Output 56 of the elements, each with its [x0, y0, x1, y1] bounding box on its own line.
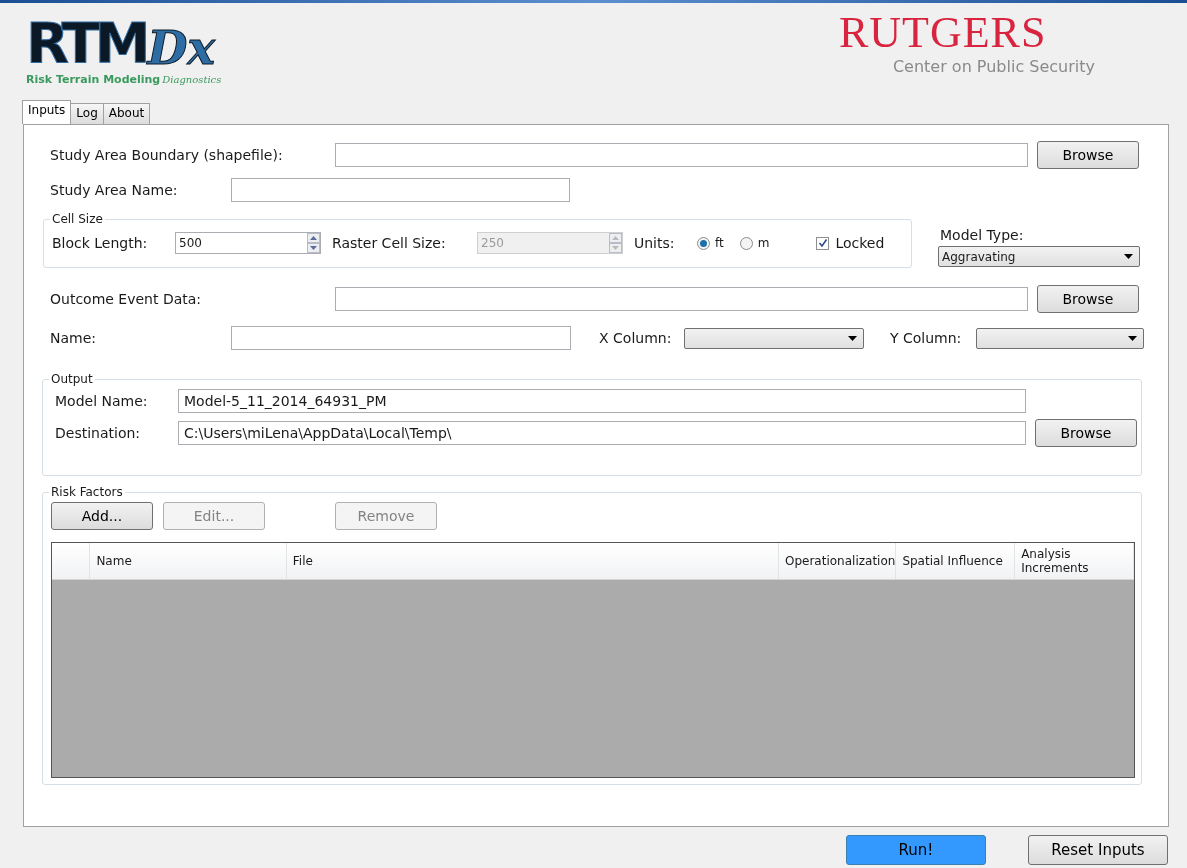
column-header[interactable]: Spatial Influence — [895, 543, 1015, 580]
model-type-dropdown[interactable]: Aggravating — [938, 246, 1140, 267]
name-field[interactable] — [231, 326, 571, 350]
event-data-field[interactable] — [335, 287, 1028, 311]
logo-tagline: Risk Terrain Modeling — [26, 73, 161, 86]
group-title: Output — [50, 372, 94, 386]
name-field[interactable] — [231, 178, 570, 202]
field-label: Name: — [50, 330, 98, 346]
radio-label: ft — [715, 236, 724, 250]
block-length-spinner[interactable]: 500 — [175, 232, 321, 254]
checkbox[interactable] — [816, 236, 830, 250]
radio-button[interactable] — [697, 236, 710, 250]
tab[interactable]: Log — [70, 103, 104, 124]
brand-subtitle: Center on Public Security — [892, 57, 1095, 77]
caret-icon — [1124, 254, 1133, 259]
browse-button[interactable]: Browse — [1037, 141, 1139, 169]
column-header[interactable]: Analysis Increments — [1014, 543, 1134, 580]
radio-label: m — [757, 236, 770, 250]
logo-tagline-accent: Diagnostics — [162, 74, 222, 85]
y-column-dropdown[interactable] — [976, 327, 1144, 349]
group-title: Risk Factors — [50, 485, 124, 499]
field-label: Outcome Event Data: — [50, 291, 203, 307]
x-column-dropdown[interactable] — [684, 327, 864, 349]
brand-name: RUTGERS — [838, 9, 1047, 58]
boundary-field[interactable] — [335, 143, 1028, 167]
column-header[interactable]: Name — [89, 543, 287, 580]
spinner-arrows-icon[interactable] — [307, 233, 320, 253]
reset-button[interactable]: Reset Inputs — [1028, 835, 1168, 865]
field-label: Model Name: — [55, 393, 149, 409]
group-title: Cell Size — [51, 212, 104, 226]
field-label: Study Area Name: — [50, 182, 179, 198]
field-label: X Column: — [599, 330, 673, 346]
field-label: Destination: — [55, 425, 142, 441]
field-label: Study Area Boundary (shapefile): — [50, 147, 284, 163]
checkbox-label: Locked — [835, 235, 885, 251]
field-label: Y Column: — [890, 330, 963, 346]
field-label: Raster Cell Size: — [332, 235, 447, 251]
row-header-corner — [52, 543, 90, 580]
field-label: Units: — [634, 235, 676, 251]
logo-accent-text: Dx — [147, 25, 215, 71]
browse-button[interactable]: Browse — [1037, 285, 1139, 313]
field-label: Model Type: — [940, 227, 1025, 243]
model-name-field[interactable]: Model-5_11_2014_64931_PM — [178, 389, 1026, 413]
tab[interactable]: Inputs — [22, 100, 72, 124]
action-button[interactable]: Add... — [51, 502, 153, 530]
column-header[interactable]: Operationalization — [778, 543, 896, 580]
tab[interactable]: About — [102, 103, 151, 124]
radio-button[interactable] — [739, 236, 753, 250]
run-button[interactable]: Run! — [846, 835, 986, 865]
logo-text: RTM — [26, 15, 146, 71]
destination-field[interactable]: C:\Users\miLena\AppData\Local\Temp\ — [178, 421, 1026, 445]
browse-button[interactable]: Browse — [1035, 419, 1137, 447]
column-header[interactable]: File — [286, 543, 779, 580]
caret-icon — [1128, 335, 1137, 341]
field-label: Block Length: — [52, 235, 149, 251]
caret-icon — [848, 335, 857, 341]
